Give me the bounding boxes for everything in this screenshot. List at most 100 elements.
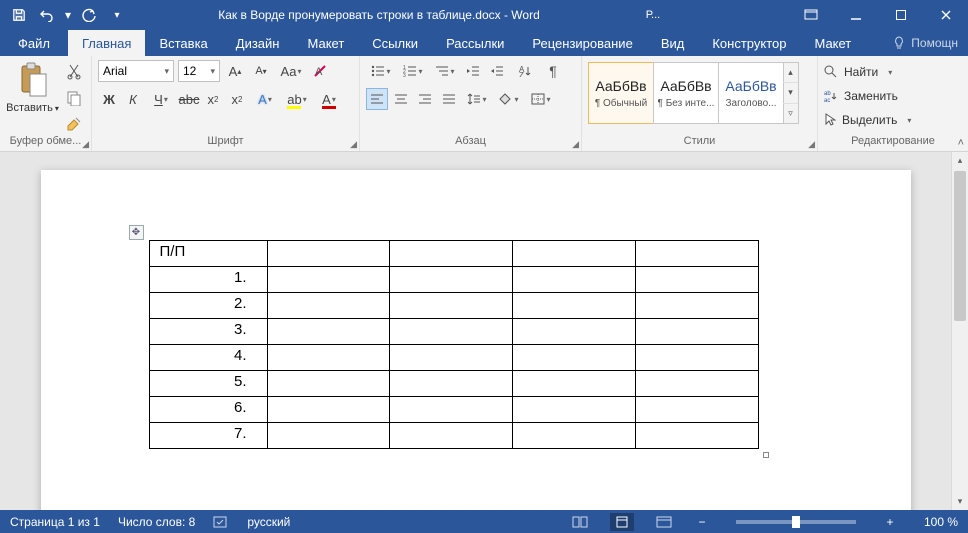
- align-left-icon[interactable]: [366, 88, 388, 110]
- tab-file[interactable]: Файл: [0, 30, 68, 56]
- minimize-icon[interactable]: [833, 0, 878, 30]
- table-cell[interactable]: [513, 319, 636, 345]
- copy-icon[interactable]: [63, 88, 85, 108]
- font-size-combo[interactable]: 12▾: [178, 60, 220, 82]
- zoom-slider[interactable]: [736, 520, 856, 524]
- table-cell[interactable]: [635, 423, 758, 449]
- table-cell[interactable]: [635, 345, 758, 371]
- scroll-down-icon[interactable]: ▾: [952, 493, 968, 510]
- italic-icon[interactable]: К: [122, 88, 144, 110]
- table-cell[interactable]: [513, 241, 636, 267]
- redo-icon[interactable]: [76, 2, 102, 28]
- table-number-cell[interactable]: 3.: [149, 319, 267, 345]
- table-cell[interactable]: [513, 423, 636, 449]
- clipboard-launcher-icon[interactable]: ◢: [82, 139, 89, 150]
- cut-icon[interactable]: [63, 62, 85, 82]
- numbering-icon[interactable]: 123▾: [398, 60, 428, 82]
- gallery-more-icon[interactable]: ▿: [783, 104, 798, 123]
- table-cell[interactable]: [267, 267, 390, 293]
- styles-gallery[interactable]: АаБбВв ¶ Обычный АаБбВв ¶ Без инте... Аа…: [588, 62, 799, 124]
- table-cell[interactable]: [267, 319, 390, 345]
- scroll-thumb[interactable]: [954, 171, 966, 321]
- change-case-icon[interactable]: Aa▾: [276, 60, 306, 82]
- underline-icon[interactable]: Ч▾: [146, 88, 176, 110]
- shading-icon[interactable]: ▾: [494, 88, 524, 110]
- table-cell[interactable]: [267, 397, 390, 423]
- document-scroll[interactable]: ✥ П/П1.2.3.4.5.6.7.: [0, 152, 951, 510]
- tab-view[interactable]: Вид: [647, 30, 699, 56]
- scroll-track[interactable]: [952, 169, 968, 493]
- undo-dropdown-icon[interactable]: ▾: [62, 2, 74, 28]
- strikethrough-icon[interactable]: abc: [178, 88, 200, 110]
- multilevel-list-icon[interactable]: ▾: [430, 60, 460, 82]
- table-cell[interactable]: [513, 371, 636, 397]
- tab-table-layout[interactable]: Макет: [800, 30, 865, 56]
- align-right-icon[interactable]: [414, 88, 436, 110]
- font-color-icon[interactable]: A▾: [314, 88, 344, 110]
- decrease-indent-icon[interactable]: [462, 60, 484, 82]
- table-cell[interactable]: [267, 423, 390, 449]
- align-center-icon[interactable]: [390, 88, 412, 110]
- gallery-up-icon[interactable]: ▴: [783, 63, 798, 83]
- table-number-cell[interactable]: 4.: [149, 345, 267, 371]
- table-number-cell[interactable]: 2.: [149, 293, 267, 319]
- font-name-combo[interactable]: Arial▾: [98, 60, 174, 82]
- subscript-icon[interactable]: x2: [202, 88, 224, 110]
- bullets-icon[interactable]: ▾: [366, 60, 396, 82]
- select-button[interactable]: Выделить▾: [824, 110, 911, 130]
- zoom-out-icon[interactable]: −: [694, 515, 710, 529]
- table-cell[interactable]: [635, 267, 758, 293]
- justify-icon[interactable]: [438, 88, 460, 110]
- clear-formatting-icon[interactable]: A: [310, 60, 332, 82]
- replace-button[interactable]: abac Заменить: [824, 86, 911, 106]
- text-effects-icon[interactable]: A▾: [250, 88, 280, 110]
- table-cell[interactable]: [267, 293, 390, 319]
- gallery-down-icon[interactable]: ▾: [783, 83, 798, 103]
- table-cell[interactable]: [390, 345, 513, 371]
- table-cell[interactable]: [390, 371, 513, 397]
- tab-references[interactable]: Ссылки: [358, 30, 432, 56]
- undo-icon[interactable]: [34, 2, 60, 28]
- format-painter-icon[interactable]: [63, 114, 85, 134]
- tab-review[interactable]: Рецензирование: [518, 30, 646, 56]
- proofing-icon[interactable]: [213, 515, 229, 529]
- status-language[interactable]: русский: [247, 515, 290, 529]
- ribbon-display-icon[interactable]: [788, 0, 833, 30]
- collapse-ribbon-icon[interactable]: ˄: [958, 137, 964, 149]
- table-cell[interactable]: [267, 241, 390, 267]
- find-button[interactable]: Найти▾: [824, 62, 911, 82]
- table-cell[interactable]: [390, 397, 513, 423]
- tab-layout[interactable]: Макет: [293, 30, 358, 56]
- sort-icon[interactable]: AZ: [510, 60, 540, 82]
- zoom-level[interactable]: 100 %: [924, 515, 958, 529]
- tab-design[interactable]: Дизайн: [222, 30, 294, 56]
- show-marks-icon[interactable]: ¶: [542, 60, 564, 82]
- table-number-cell[interactable]: 5.: [149, 371, 267, 397]
- style-normal[interactable]: АаБбВв ¶ Обычный: [588, 62, 654, 124]
- superscript-icon[interactable]: x2: [226, 88, 248, 110]
- maximize-icon[interactable]: [878, 0, 923, 30]
- table-cell[interactable]: [390, 319, 513, 345]
- zoom-in-icon[interactable]: +: [882, 515, 898, 529]
- table-number-cell[interactable]: 6.: [149, 397, 267, 423]
- table-cell[interactable]: [390, 267, 513, 293]
- table-cell[interactable]: [635, 397, 758, 423]
- increase-indent-icon[interactable]: [486, 60, 508, 82]
- table-number-cell[interactable]: 1.: [149, 267, 267, 293]
- style-no-spacing[interactable]: АаБбВв ¶ Без инте...: [653, 62, 719, 124]
- account-name[interactable]: Р...: [628, 0, 678, 30]
- line-spacing-icon[interactable]: ▾: [462, 88, 492, 110]
- zoom-thumb[interactable]: [792, 516, 800, 528]
- table-cell[interactable]: [390, 423, 513, 449]
- close-icon[interactable]: [923, 0, 968, 30]
- shrink-font-icon[interactable]: A▾: [250, 60, 272, 82]
- read-mode-icon[interactable]: [568, 513, 592, 531]
- table-cell[interactable]: [267, 345, 390, 371]
- tab-mailings[interactable]: Рассылки: [432, 30, 518, 56]
- tab-insert[interactable]: Вставка: [145, 30, 221, 56]
- scroll-up-icon[interactable]: ▴: [952, 152, 968, 169]
- tab-table-design[interactable]: Конструктор: [698, 30, 800, 56]
- highlight-icon[interactable]: ab▾: [282, 88, 312, 110]
- table-cell[interactable]: [513, 267, 636, 293]
- table-resize-handle-icon[interactable]: [763, 452, 769, 458]
